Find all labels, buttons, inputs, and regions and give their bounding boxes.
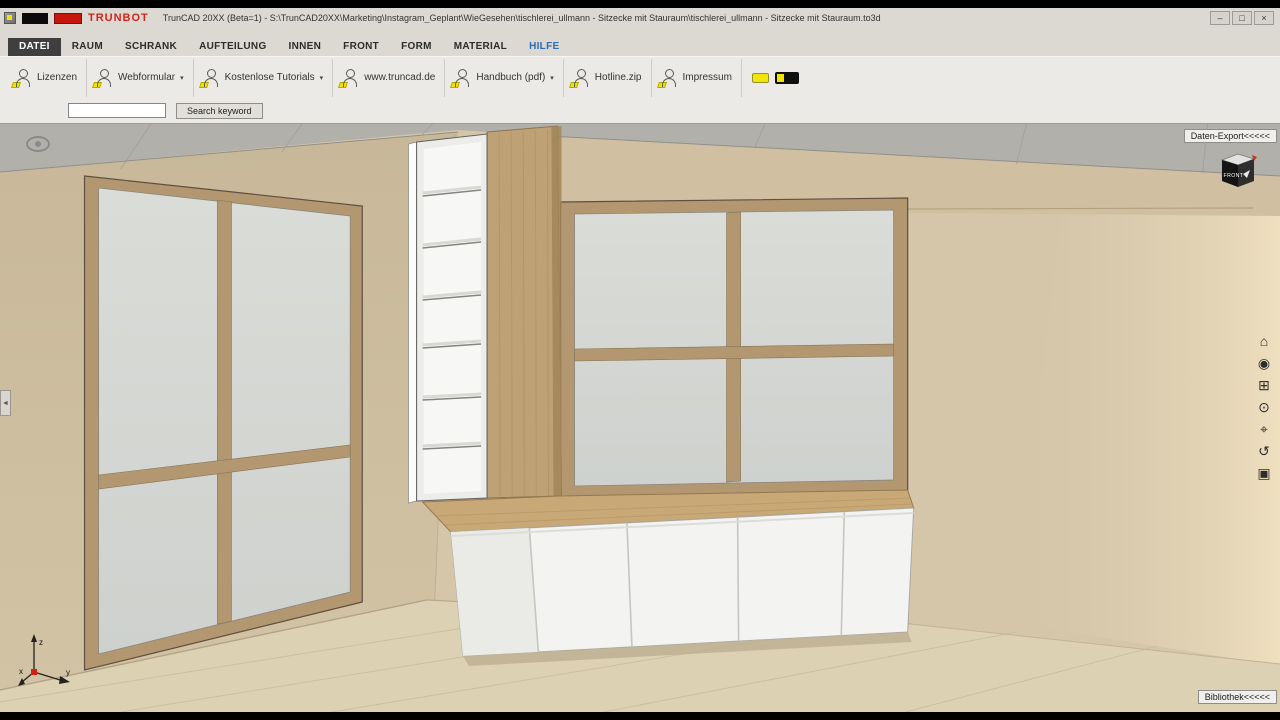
dropdown-caret-icon: ▾: [180, 74, 184, 82]
ribbon-impressum-button[interactable]: Impressum: [652, 58, 742, 97]
left-glazed-frame: [83, 175, 363, 671]
ribbon-hotline-button[interactable]: Hotline.zip: [564, 58, 652, 97]
menubar: DATEI RAUM SCHRANK AUFTEILUNG INNEN FRON…: [0, 28, 1280, 56]
ribbon-label: Kostenlose Tutorials: [224, 72, 315, 83]
search-row: Search keyword: [0, 98, 1280, 124]
pan-icon[interactable]: ⌖: [1256, 422, 1272, 436]
maximize-button[interactable]: □: [1232, 11, 1252, 25]
zoom-icon[interactable]: ⊙: [1256, 400, 1272, 414]
window-bench: [421, 489, 915, 666]
axis-triad: z x y: [18, 634, 70, 686]
visibility-eye-icon[interactable]: [26, 136, 50, 152]
scene-3d-render[interactable]: [0, 124, 1280, 712]
z-label: z: [39, 638, 43, 647]
titlebar: TRUNBOT TrunCAD 20XX (Beta=1) - S:\TrunC…: [0, 8, 1280, 28]
bibliothek-button[interactable]: Bibliothek<<<<<: [1197, 690, 1277, 704]
rotate-icon[interactable]: ↺: [1256, 444, 1272, 458]
yellow-badge-icon: [11, 82, 21, 88]
yellow-toggle[interactable]: [751, 72, 769, 83]
watermark-black-block: [22, 12, 48, 24]
app-icon: [4, 12, 16, 24]
bench-front-left-shade: [450, 528, 539, 656]
ribbon-label: Webformular: [118, 72, 176, 83]
menu-material[interactable]: MATERIAL: [443, 38, 518, 56]
search-input[interactable]: [68, 103, 166, 118]
y-arrow: [59, 676, 70, 684]
ribbon-webformular-button[interactable]: Webformular ▾: [87, 58, 194, 97]
y-label: y: [66, 668, 70, 677]
z-arrow: [31, 634, 37, 642]
close-button[interactable]: ×: [1254, 11, 1274, 25]
menu-aufteilung[interactable]: AUFTEILUNG: [188, 38, 277, 56]
yellow-badge-icon: [568, 82, 579, 88]
yellow-badge-icon: [338, 82, 349, 88]
person-icon: [92, 68, 113, 88]
left-panel-collapse-icon[interactable]: ◄: [0, 390, 11, 416]
yellow-badge-icon: [92, 82, 103, 88]
menu-raum[interactable]: RAUM: [61, 38, 114, 56]
menu-form[interactable]: FORM: [390, 38, 443, 56]
person-icon: [656, 68, 678, 88]
menu-schrank[interactable]: SCHRANK: [114, 38, 188, 56]
ribbon-tutorials-button[interactable]: Kostenlose Tutorials ▾: [194, 58, 334, 97]
mullion: [217, 199, 232, 625]
menu-datei[interactable]: DATEI: [8, 38, 61, 56]
ribbon-lizenzen-button[interactable]: Lizenzen: [6, 58, 88, 97]
ribbon-handbuch-button[interactable]: Handbuch (pdf) ▾: [445, 58, 564, 97]
black-toggle[interactable]: [774, 71, 799, 84]
window-controls: – □ ×: [1210, 11, 1274, 25]
search-keyword-button[interactable]: Search keyword: [176, 102, 263, 119]
cube-front-label: FRONT: [1224, 173, 1244, 179]
ribbon-label: Hotline.zip: [594, 72, 642, 83]
ribbon-toggles: [751, 71, 799, 84]
orientation-cube[interactable]: FRONT: [1214, 150, 1258, 190]
brand-logo: TRUNBOT: [88, 12, 149, 24]
menu-front[interactable]: FRONT: [332, 38, 390, 56]
shelf-side-panel: [408, 141, 417, 504]
home-icon[interactable]: ⌂: [1256, 334, 1272, 348]
hilfe-ribbon: Lizenzen Webformular ▾ Kostenlose Tutori…: [0, 56, 1280, 98]
minimize-button[interactable]: –: [1210, 11, 1230, 25]
window-title: TrunCAD 20XX (Beta=1) - S:\TrunCAD20XX\M…: [162, 13, 881, 23]
truncad-window: TRUNBOT TrunCAD 20XX (Beta=1) - S:\TrunC…: [0, 8, 1280, 712]
ribbon-label: Lizenzen: [37, 72, 78, 83]
view-toolbar: ⌂ ◉ ⊞ ⊙ ⌖ ↺ ▣: [1256, 334, 1272, 480]
ribbon-label: Impressum: [682, 72, 732, 83]
video-frame: TRUNBOT TrunCAD 20XX (Beta=1) - S:\TrunC…: [0, 0, 1280, 720]
yellow-badge-icon: [198, 82, 209, 88]
x-arrow: [18, 678, 25, 686]
person-icon: [568, 68, 590, 88]
yellow-badge-icon: [450, 82, 461, 88]
menu-hilfe[interactable]: HILFE: [518, 38, 570, 56]
eye-pupil: [35, 141, 41, 147]
fit-view-icon[interactable]: ▣: [1256, 466, 1272, 480]
daten-export-button[interactable]: Daten-Export<<<<<: [1183, 129, 1277, 143]
menu-innen[interactable]: INNEN: [278, 38, 333, 56]
ribbon-label: www.truncad.de: [364, 72, 436, 83]
person-icon: [11, 68, 32, 88]
person-icon: [198, 68, 220, 88]
corner-cabinet: [408, 125, 563, 504]
ribbon-label: Handbuch (pdf): [476, 72, 546, 83]
x-label: x: [19, 667, 23, 676]
ribbon-truncad-de-button[interactable]: www.truncad.de: [333, 58, 446, 97]
viewport-3d[interactable]: Daten-Export<<<<< FRONT ⌂ ◉ ⊞ ⊙ ⌖ ↺ ▣ ◄ …: [0, 124, 1280, 712]
axis-origin: [31, 669, 37, 675]
back-window: [559, 197, 909, 499]
person-icon: [450, 68, 471, 88]
zoom-window-icon[interactable]: ⊞: [1256, 378, 1272, 392]
dropdown-caret-icon: ▾: [319, 74, 324, 82]
dropdown-caret-icon: ▾: [550, 74, 554, 82]
yellow-badge-icon: [656, 82, 667, 88]
watermark-red-block: [54, 12, 82, 24]
person-icon: [338, 68, 359, 88]
eye-icon[interactable]: ◉: [1256, 356, 1272, 370]
